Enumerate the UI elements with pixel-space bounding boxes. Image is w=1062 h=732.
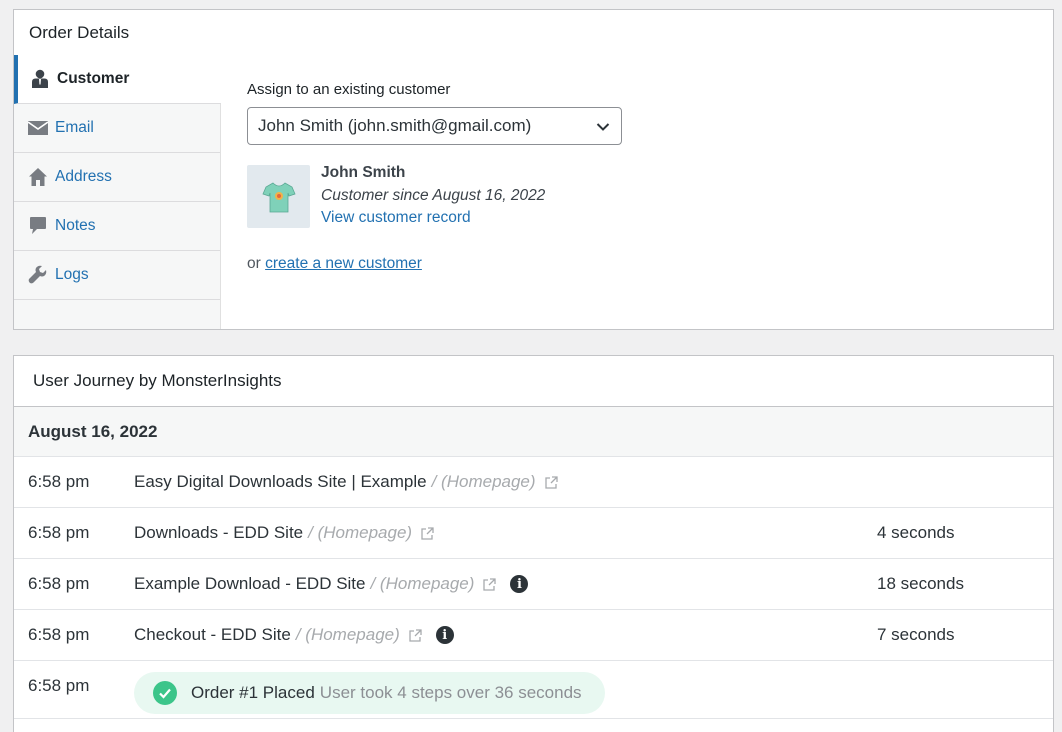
order-label: Order #1 Placed [191,683,315,702]
order-tabs: Customer Email Address Notes Logs [14,55,221,329]
journey-title: User Journey by MonsterInsights [14,356,1053,407]
notes-icon [28,216,48,236]
order-placed-badge: Order #1 Placed User took 4 steps over 3… [134,672,605,714]
create-customer-link[interactable]: create a new customer [265,255,422,272]
journey-row: 6:58 pm Easy Digital Downloads Site | Ex… [14,457,1053,508]
journey-time: 6:58 pm [28,625,90,644]
customer-icon [30,69,50,89]
journey-row: 6:58 pm Downloads - EDD Site / (Homepage… [14,508,1053,559]
selected-customer: John Smith (john.smith@gmail.com) [258,116,532,135]
page-path: / (Homepage) [295,625,400,644]
page-title: Downloads - EDD Site [134,523,304,542]
tab-email[interactable]: Email [14,104,220,153]
user-journey-panel: User Journey by MonsterInsights August 1… [13,355,1054,732]
assign-customer-label: Assign to an existing customer [247,81,451,98]
journey-page: Easy Digital Downloads Site | Example / … [134,472,558,492]
tab-notes[interactable]: Notes [14,202,220,251]
customer-since: Customer since August 16, 2022 [321,187,546,204]
journey-duration: 7 seconds [877,625,955,644]
avatar [247,165,310,228]
journey-duration: 18 seconds [877,574,964,593]
order-detail: User took 4 steps over 36 seconds [319,683,582,702]
home-icon [28,167,48,187]
tshirt-icon [261,182,296,212]
create-prefix: or [247,255,261,272]
tab-label: Notes [55,217,96,234]
customer-name: John Smith [321,164,406,181]
customer-select[interactable]: John Smith (john.smith@gmail.com) [247,107,622,145]
journey-duration: 4 seconds [877,523,955,542]
tab-label: Address [55,168,112,185]
email-icon [28,118,48,138]
external-link-icon[interactable] [409,628,422,642]
external-link-icon[interactable] [483,577,497,591]
tab-label: Email [55,119,94,136]
journey-row: 6:58 pm Checkout - EDD Site / (Homepage)… [14,610,1053,661]
external-link-icon[interactable] [544,475,558,489]
order-placed-row: 6:58 pm Order #1 Placed User took 4 step… [14,661,1053,719]
journey-time: 6:58 pm [28,523,90,542]
tab-label: Customer [57,70,130,87]
page-title: Easy Digital Downloads Site | Example [134,472,427,491]
tab-address[interactable]: Address [14,153,220,202]
info-icon[interactable]: i [435,626,454,644]
panel-title: Order Details [29,23,130,42]
tab-logs[interactable]: Logs [14,251,220,300]
external-link-icon[interactable] [421,526,434,540]
view-customer-link[interactable]: View customer record [321,209,471,227]
page-path: / (Homepage) [370,574,475,593]
journey-page: Example Download - EDD Site / (Homepage)… [134,574,529,594]
tab-customer[interactable]: Customer [14,55,221,104]
journey-date: August 16, 2022 [14,407,1053,457]
create-customer-row: or create a new customer [247,255,422,273]
page-path: / (Homepage) [431,472,536,491]
journey-page: Downloads - EDD Site / (Homepage) [134,523,434,543]
page-title: Example Download - EDD Site [134,574,366,593]
page-path: / (Homepage) [308,523,413,542]
tab-label: Logs [55,266,89,283]
wrench-icon [28,265,48,285]
order-details-panel: Order Details Customer Email Address Not… [13,9,1054,330]
info-icon[interactable]: i [510,575,529,593]
journey-page: Checkout - EDD Site / (Homepage) i [134,625,454,645]
page-title: Checkout - EDD Site [134,625,291,644]
journey-time: 6:58 pm [28,472,90,491]
journey-row: 6:58 pm Example Download - EDD Site / (H… [14,559,1053,610]
journey-time: 6:58 pm [28,676,90,695]
journey-time: 6:58 pm [28,574,90,593]
chevron-down-icon [596,119,610,139]
check-icon [153,681,177,705]
